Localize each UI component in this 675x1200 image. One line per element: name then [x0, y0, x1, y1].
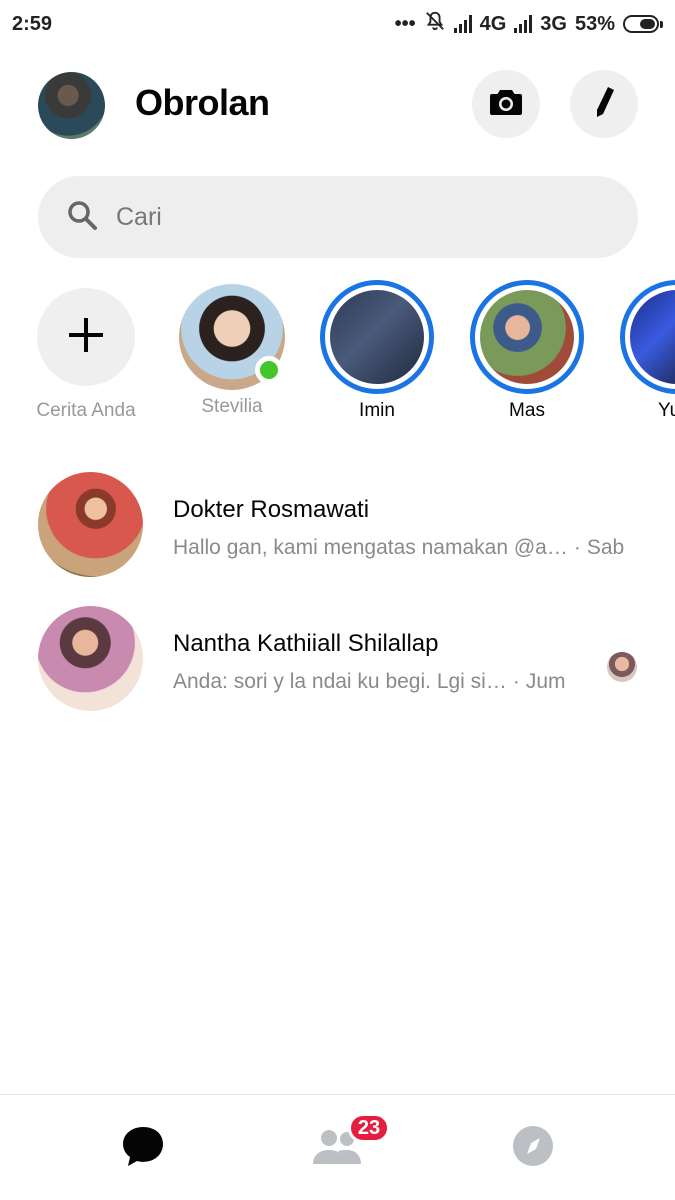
avatar [630, 290, 675, 384]
header: Obrolan [0, 70, 675, 140]
avatar [38, 472, 143, 577]
camera-icon [489, 87, 523, 122]
search-bar[interactable] [38, 176, 638, 258]
conversation-name: Dokter Rosmawati [173, 496, 370, 523]
story-add[interactable]: Cerita Anda [16, 280, 156, 422]
avatar [480, 290, 574, 384]
story-ring [470, 280, 584, 394]
story-ring [320, 280, 434, 394]
conversation-preview: Anda: sori y la ndai ku begi. Lgi si… · Ju… [173, 670, 566, 693]
avatar [330, 290, 424, 384]
story-ring [620, 280, 675, 394]
story-label: Yusr [657, 400, 675, 421]
status-time: 2:59 [12, 12, 53, 35]
conversation-snippet: Hallo gan, kami mengatas namakan @a… [173, 536, 568, 559]
notification-badge: 23 [348, 1113, 390, 1143]
network-type-1: 4G [479, 12, 507, 35]
add-story-button[interactable] [37, 288, 135, 386]
pencil-icon [591, 85, 617, 124]
tab-chats[interactable] [118, 1123, 168, 1173]
story-label: Cerita Anda [36, 400, 136, 421]
search-input[interactable] [116, 202, 566, 232]
conversation-time: Sab [586, 536, 625, 559]
mute-bell-icon [424, 10, 446, 38]
conversation-preview: Hallo gan, kami mengatas namakan @a… · Sab [173, 536, 625, 559]
seen-avatar [607, 652, 637, 682]
battery-percent: 53% [574, 12, 615, 35]
story-label: Mas [509, 400, 545, 421]
network-type-2: 3G [540, 12, 567, 35]
avatar [38, 606, 143, 711]
story-stevilia[interactable]: Stevilia [162, 280, 302, 418]
battery-icon [623, 15, 663, 33]
story-label: Imin [359, 400, 395, 421]
compass-icon [512, 1125, 554, 1172]
status-bar: 2:59 ••• 4G 3G 53% [0, 0, 675, 48]
signal-icon [514, 15, 533, 33]
camera-button[interactable] [472, 70, 540, 138]
story-imin[interactable]: Imin [307, 280, 447, 422]
plus-icon [66, 315, 106, 360]
page-title: Obrolan [135, 82, 270, 123]
tab-discover[interactable] [508, 1123, 558, 1173]
avatar[interactable] [38, 72, 105, 139]
stories-row: Cerita Anda Stevilia Imin Mas Yusr [0, 280, 675, 425]
dots-icon: ••• [394, 12, 416, 35]
story-label: Stevilia [201, 396, 263, 417]
story-yusr[interactable]: Yusr [607, 280, 675, 422]
online-status-dot [255, 356, 283, 384]
signal-icon [453, 15, 472, 33]
bottom-nav: 23 [0, 1094, 675, 1200]
conversation-name: Nantha Kathiiall Shilallap [173, 630, 439, 657]
conversation-snippet: Anda: sori y la ndai ku begi. Lgi si… [173, 670, 507, 693]
status-icons: ••• 4G 3G 53% [395, 10, 663, 38]
chat-bubble-icon [120, 1124, 166, 1173]
list-item[interactable]: Nantha Kathiiall Shilallap Anda: sori y … [0, 606, 675, 726]
search-icon [66, 199, 98, 236]
list-item[interactable]: Dokter Rosmawati Hallo gan, kami mengata… [0, 472, 675, 592]
story-mas[interactable]: Mas [457, 280, 597, 422]
conversation-time: Jum [525, 670, 566, 693]
compose-button[interactable] [570, 70, 638, 138]
